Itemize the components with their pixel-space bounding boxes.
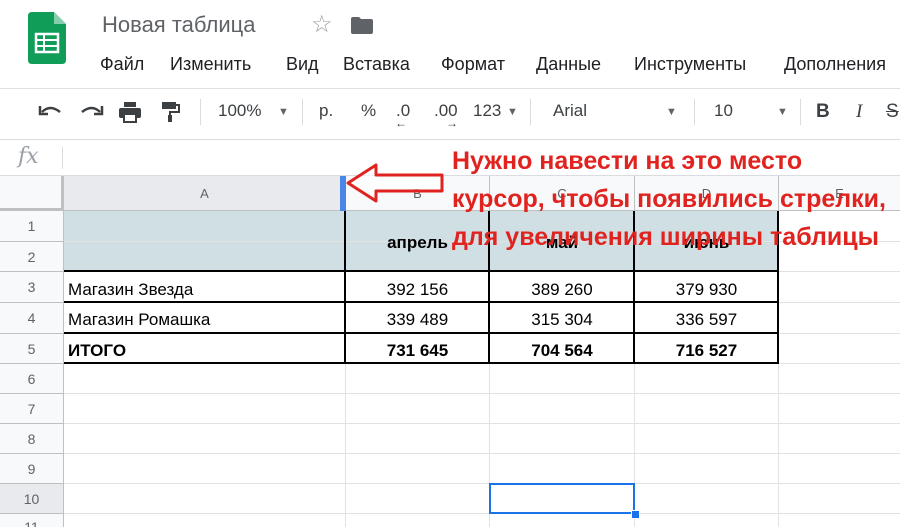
bold-button[interactable]: B	[816, 101, 830, 123]
value-cell[interactable]: 339 489	[346, 310, 489, 330]
zoom-dropdown-icon[interactable]: ▼	[278, 106, 289, 118]
menu-format[interactable]: Формат	[441, 54, 505, 75]
print-icon[interactable]	[118, 101, 142, 128]
currency-format-button[interactable]: р.	[319, 101, 333, 121]
percent-format-button[interactable]: %	[361, 101, 376, 121]
total-value-cell[interactable]: 716 527	[635, 341, 778, 361]
zoom-select[interactable]: 100%	[218, 101, 261, 121]
row-header[interactable]: 9	[0, 454, 64, 484]
menu-file[interactable]: Файл	[100, 54, 144, 75]
row-header[interactable]: 7	[0, 394, 64, 424]
redo-icon[interactable]	[78, 103, 104, 126]
fill-handle[interactable]	[631, 510, 640, 519]
row-header[interactable]: 8	[0, 424, 64, 454]
sheets-logo-icon[interactable]	[28, 12, 66, 64]
toolbar-divider	[530, 99, 531, 125]
number-format-dropdown-icon[interactable]: ▼	[507, 106, 518, 118]
value-cell[interactable]: 392 156	[346, 280, 489, 300]
store-name-cell[interactable]: Магазин Ромашка	[68, 310, 210, 330]
annotation-arrow-icon	[346, 163, 446, 208]
toolbar-divider	[200, 99, 201, 125]
value-cell[interactable]: 379 930	[635, 280, 778, 300]
arrow-right-icon: →	[446, 116, 458, 130]
star-icon[interactable]: ☆	[311, 10, 333, 39]
paint-format-icon[interactable]	[160, 101, 180, 128]
formula-bar-divider	[62, 147, 63, 169]
number-format-select[interactable]: 123	[473, 101, 501, 121]
row-header[interactable]: 4	[0, 303, 64, 334]
row-header[interactable]: 2	[0, 242, 64, 272]
strikethrough-button[interactable]: S	[886, 101, 899, 123]
value-cell[interactable]: 315 304	[490, 310, 634, 330]
table-border	[64, 332, 779, 334]
font-dropdown-icon[interactable]: ▼	[666, 106, 677, 118]
menu-tools[interactable]: Инструменты	[634, 54, 746, 75]
menu-edit[interactable]: Изменить	[170, 54, 251, 75]
row-header[interactable]: 11	[0, 514, 64, 527]
menu-view[interactable]: Вид	[286, 54, 319, 75]
table-border	[64, 362, 779, 364]
row-header[interactable]: 5	[0, 334, 64, 364]
toolbar-divider	[302, 99, 303, 125]
toolbar-divider	[800, 99, 801, 125]
font-select[interactable]: Arial	[553, 101, 587, 121]
row-header[interactable]: 6	[0, 364, 64, 394]
menu-data[interactable]: Данные	[536, 54, 601, 75]
column-header-a[interactable]: A	[64, 176, 346, 211]
arrow-left-icon: ←	[395, 116, 407, 130]
value-cell[interactable]: 336 597	[635, 310, 778, 330]
menu-insert[interactable]: Вставка	[343, 54, 410, 75]
font-size-select[interactable]: 10	[714, 101, 733, 121]
store-name-cell[interactable]: Магазин Звезда	[68, 280, 193, 300]
row-header[interactable]: 10	[0, 484, 64, 514]
menu-addons[interactable]: Дополнения	[784, 54, 886, 75]
table-border	[64, 270, 779, 272]
document-title[interactable]: Новая таблица	[102, 12, 255, 38]
selected-cell[interactable]	[489, 483, 635, 514]
font-size-dropdown-icon[interactable]: ▼	[777, 106, 788, 118]
total-value-cell[interactable]: 704 564	[490, 341, 634, 361]
italic-button[interactable]: I	[856, 101, 862, 123]
select-all-corner[interactable]	[0, 176, 64, 211]
total-value-cell[interactable]: 731 645	[346, 341, 489, 361]
row-header[interactable]: 1	[0, 211, 64, 242]
value-cell[interactable]: 389 260	[490, 280, 634, 300]
toolbar-divider	[694, 99, 695, 125]
fx-icon: fx	[18, 144, 39, 169]
total-label-cell[interactable]: ИТОГО	[68, 341, 126, 361]
undo-icon[interactable]	[38, 103, 64, 126]
row-header[interactable]: 3	[0, 272, 64, 303]
table-border	[64, 301, 779, 303]
folder-icon[interactable]	[351, 17, 373, 34]
annotation-text: Нужно навести на это место курсор, чтобы…	[452, 147, 886, 251]
